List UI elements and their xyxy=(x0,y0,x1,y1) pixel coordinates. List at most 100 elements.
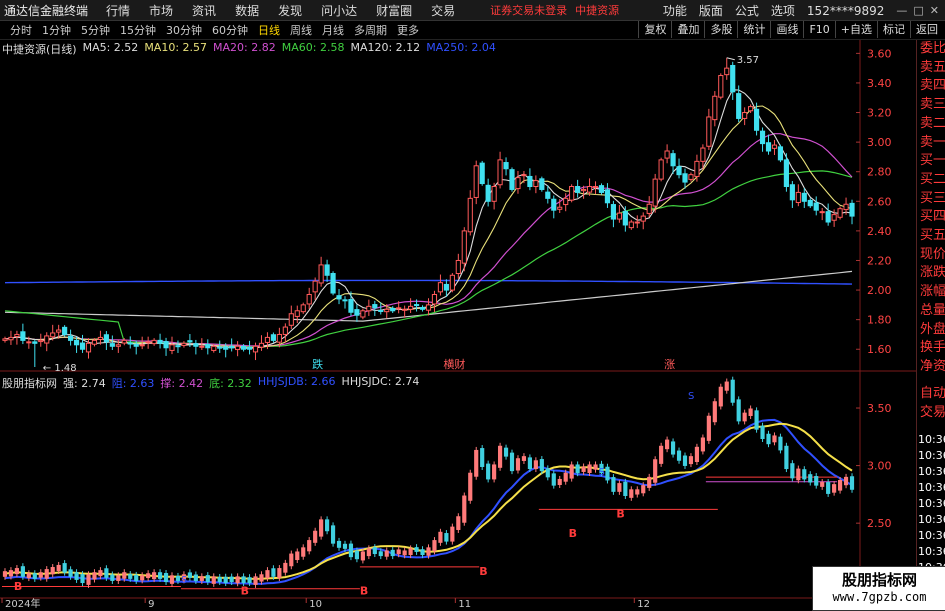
sub-candle-body xyxy=(235,576,240,584)
tool-multi-stock[interactable]: 多股 xyxy=(704,21,737,38)
quote-label: 卖一 xyxy=(920,134,945,150)
candle-body xyxy=(264,336,271,343)
quote-label: 买一 xyxy=(920,153,945,169)
candle-body xyxy=(545,191,551,199)
sub-candle-body xyxy=(784,445,789,470)
sub-candle-body xyxy=(140,575,145,581)
sub-candle-body xyxy=(492,464,497,480)
tool-draw[interactable]: 画线 xyxy=(770,21,803,38)
menu-item-options[interactable]: 选项 xyxy=(771,2,795,19)
menu-item-function[interactable]: 功能 xyxy=(663,2,687,19)
trade-label[interactable]: 交易 xyxy=(917,404,945,423)
tool-adjust[interactable]: 复权 xyxy=(638,21,671,38)
period-5min[interactable]: 5分钟 xyxy=(81,22,110,38)
period-30min[interactable]: 30分钟 xyxy=(166,22,202,38)
y-tick-label: 2.40 xyxy=(867,225,892,238)
ma10-line xyxy=(4,105,853,349)
menu-item-news[interactable]: 资讯 xyxy=(192,2,216,19)
sub-candle-body xyxy=(396,549,401,555)
period-daily[interactable]: 日线 xyxy=(258,22,280,38)
sub-candle-body xyxy=(38,572,43,578)
tool-f10[interactable]: F10 xyxy=(803,21,834,38)
sub-candle-body xyxy=(718,386,723,407)
menu-item-trade[interactable]: 交易 xyxy=(431,2,455,19)
sub-candle-body xyxy=(354,550,360,560)
period-intraday[interactable]: 分时 xyxy=(10,22,32,38)
tool-overlay[interactable]: 叠加 xyxy=(671,21,704,38)
candle-body xyxy=(413,304,420,307)
tool-stats[interactable]: 统计 xyxy=(737,21,770,38)
candle-body xyxy=(557,206,563,210)
buy-signal: B xyxy=(479,565,487,578)
quote-label: 换手 xyxy=(920,340,945,356)
menu-item-formula[interactable]: 公式 xyxy=(735,2,759,19)
candle-body xyxy=(652,178,658,207)
sell-signal: S xyxy=(181,575,187,586)
menu-item-data[interactable]: 数据 xyxy=(235,2,259,19)
sub-candle-body xyxy=(110,574,115,581)
period-monthly[interactable]: 月线 xyxy=(322,22,344,38)
sub-candle-body xyxy=(205,575,210,582)
sub-candle-body xyxy=(849,476,855,490)
tool-mark[interactable]: 标记 xyxy=(877,21,910,38)
candle-body xyxy=(712,95,718,121)
buy-signal: B xyxy=(14,580,22,593)
candle-body xyxy=(211,345,217,351)
period-1min[interactable]: 1分钟 xyxy=(42,22,71,38)
period-multi[interactable]: 多周期 xyxy=(354,22,387,38)
user-account[interactable]: 152****9892 xyxy=(807,4,884,18)
buy-signal: B xyxy=(241,585,249,598)
sub-candle-body xyxy=(372,547,377,555)
maximize-icon[interactable]: □ xyxy=(913,4,923,17)
minimize-icon[interactable]: — xyxy=(896,4,907,17)
candle-body xyxy=(163,341,169,349)
sub-candle-body xyxy=(80,574,85,584)
candle-body xyxy=(38,339,44,343)
login-notice[interactable]: 证券交易未登录 xyxy=(490,2,567,18)
menu-item-layout[interactable]: 版面 xyxy=(699,2,723,19)
candle-body xyxy=(372,304,378,309)
sub-candle-body xyxy=(295,551,300,561)
hhjsjdc-line xyxy=(4,422,853,580)
quote-label: 涨跌 xyxy=(920,265,945,281)
legend-hhjsjdc: HHJSJDC: 2.74 xyxy=(341,375,420,388)
candle-body xyxy=(324,264,330,276)
menu-item-wealth[interactable]: 财富圈 xyxy=(376,2,412,19)
kline-chart[interactable]: 3.60 3.40 3.20 3.00 2.80 2.60 2.40 2.20 2.00 1.80… xyxy=(0,0,945,609)
menu-item-assistant[interactable]: 问小达 xyxy=(321,2,357,19)
menu-item-market[interactable]: 市场 xyxy=(149,2,173,19)
period-more[interactable]: 更多 xyxy=(397,22,419,38)
period-15min[interactable]: 15分钟 xyxy=(120,22,156,38)
y-tick-label: 3.40 xyxy=(867,77,892,90)
sub-candle-body xyxy=(808,474,813,483)
auto-label[interactable]: 自动 xyxy=(917,385,945,404)
candle-body xyxy=(330,272,336,294)
candle-body xyxy=(419,307,426,310)
legend-ma20: MA20: 2.82 xyxy=(213,41,276,54)
sub-candle-body xyxy=(152,572,157,580)
y-tick-label: 3.60 xyxy=(867,47,892,60)
close-icon[interactable]: ✕ xyxy=(930,4,939,17)
candle-body xyxy=(276,333,282,343)
ma60-line xyxy=(4,170,853,348)
sub-candle-body xyxy=(193,574,198,581)
candle-body xyxy=(503,162,509,170)
sub-candle-body xyxy=(623,481,628,496)
tool-add-watchlist[interactable]: +自选 xyxy=(834,21,877,38)
sub-candle-body xyxy=(223,576,228,584)
sub-y-tick-label: 3.50 xyxy=(867,402,892,415)
sub-candle-body xyxy=(468,472,473,501)
sub-candle-body xyxy=(20,566,25,577)
sub-candle-body xyxy=(265,570,270,579)
ma250-line xyxy=(4,279,853,285)
tool-back[interactable]: 返回 xyxy=(910,21,943,38)
period-60min[interactable]: 60分钟 xyxy=(212,22,248,38)
menu-item-discover[interactable]: 发现 xyxy=(278,2,302,19)
menu-item-quotes[interactable]: 行情 xyxy=(106,2,130,19)
candle-body xyxy=(384,308,390,313)
candle-body xyxy=(771,144,778,149)
sub-candle-body xyxy=(676,450,682,461)
sub-candle-body xyxy=(503,447,509,457)
period-weekly[interactable]: 周线 xyxy=(290,22,312,38)
legend-resist: 阻: 2.63 xyxy=(111,377,155,390)
